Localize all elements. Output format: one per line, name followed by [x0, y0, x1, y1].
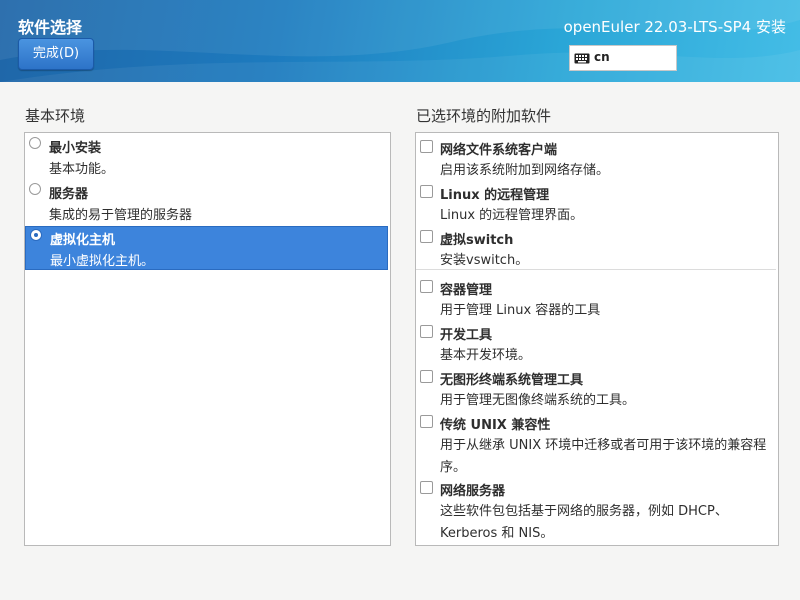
checkbox[interactable] — [420, 325, 433, 338]
done-button[interactable]: 完成(D) — [18, 38, 94, 70]
addon-title: 容器管理 — [440, 283, 493, 298]
addon-desc: Linux 的远程管理界面。 — [440, 208, 584, 223]
addon-desc: 用于从继承 UNIX 环境中迁移或者可用于该环境的兼容程序。 — [440, 438, 767, 475]
radio-button[interactable] — [29, 137, 41, 149]
keyboard-layout-label: cn — [594, 50, 610, 64]
addon-title: 传统 UNIX 兼容性 — [440, 418, 551, 433]
addon-item-network-server[interactable]: 网络服务器 这些软件包包括基于网络的服务器，例如 DHCP、Kerberos 和… — [416, 478, 776, 544]
radio-button-selected[interactable] — [30, 229, 42, 241]
addon-item-headless-management[interactable]: 无图形终端系统管理工具 用于管理无图像终端系统的工具。 — [416, 367, 776, 411]
addons-list: 网络文件系统客户端 启用该系统附加到网络存储。 Linux 的远程管理 Linu… — [415, 132, 779, 546]
addon-item-vswitch[interactable]: 虚拟switch 安装vswitch。 — [416, 227, 776, 271]
list-divider — [416, 269, 776, 270]
addon-title: 虚拟switch — [440, 233, 514, 248]
env-item-desc: 最小虚拟化主机。 — [50, 254, 155, 269]
checkbox[interactable] — [420, 140, 433, 153]
page-title: 软件选择 — [18, 18, 83, 37]
checkbox[interactable] — [420, 230, 433, 243]
env-item-title: 虚拟化主机 — [50, 233, 116, 248]
env-item-desc: 基本功能。 — [49, 162, 115, 177]
keyboard-icon — [574, 53, 590, 64]
radio-dot — [34, 233, 38, 237]
addon-title: Linux 的远程管理 — [440, 188, 550, 203]
addon-title: 开发工具 — [440, 328, 493, 343]
base-environment-heading: 基本环境 — [25, 107, 86, 125]
env-item-server[interactable]: 服务器 集成的易于管理的服务器 — [25, 181, 388, 225]
product-name: openEuler 22.03-LTS-SP4 安装 — [563, 18, 786, 36]
checkbox[interactable] — [420, 481, 433, 494]
checkbox[interactable] — [420, 280, 433, 293]
base-environment-list: 最小安装 基本功能。 服务器 集成的易于管理的服务器 虚拟化主机 最小虚拟化主机… — [24, 132, 391, 546]
addon-item-development-tools[interactable]: 开发工具 基本开发环境。 — [416, 322, 776, 366]
checkbox[interactable] — [420, 185, 433, 198]
env-item-minimal[interactable]: 最小安装 基本功能。 — [25, 135, 388, 179]
env-item-title: 服务器 — [49, 187, 89, 202]
addon-desc: 启用该系统附加到网络存储。 — [440, 163, 610, 178]
addons-heading: 已选环境的附加软件 — [416, 107, 552, 125]
keyboard-layout-indicator[interactable]: cn — [569, 45, 677, 71]
checkbox[interactable] — [420, 370, 433, 383]
addon-title: 网络文件系统客户端 — [440, 143, 558, 158]
addon-item-legacy-unix[interactable]: 传统 UNIX 兼容性 用于从继承 UNIX 环境中迁移或者可用于该环境的兼容程… — [416, 412, 776, 478]
addon-item-remote-management[interactable]: Linux 的远程管理 Linux 的远程管理界面。 — [416, 182, 776, 226]
addon-desc: 用于管理无图像终端系统的工具。 — [440, 393, 636, 408]
radio-button[interactable] — [29, 183, 41, 195]
addon-item-container-management[interactable]: 容器管理 用于管理 Linux 容器的工具 — [416, 277, 776, 321]
header-bar: 软件选择 完成(D) openEuler 22.03-LTS-SP4 安装 cn — [0, 0, 800, 82]
header-wave-decoration — [0, 0, 800, 82]
addon-item-nfs-client[interactable]: 网络文件系统客户端 启用该系统附加到网络存储。 — [416, 137, 776, 181]
addon-title: 无图形终端系统管理工具 — [440, 373, 584, 388]
env-item-title: 最小安装 — [49, 141, 102, 156]
env-item-virtualization-host[interactable]: 虚拟化主机 最小虚拟化主机。 — [25, 226, 388, 270]
addon-desc: 基本开发环境。 — [440, 348, 532, 363]
addon-desc: 这些软件包包括基于网络的服务器，例如 DHCP、Kerberos 和 NIS。 — [440, 504, 728, 541]
env-item-desc: 集成的易于管理的服务器 — [49, 208, 193, 223]
addon-title: 网络服务器 — [440, 484, 506, 499]
addon-desc: 用于管理 Linux 容器的工具 — [440, 303, 601, 318]
checkbox[interactable] — [420, 415, 433, 428]
